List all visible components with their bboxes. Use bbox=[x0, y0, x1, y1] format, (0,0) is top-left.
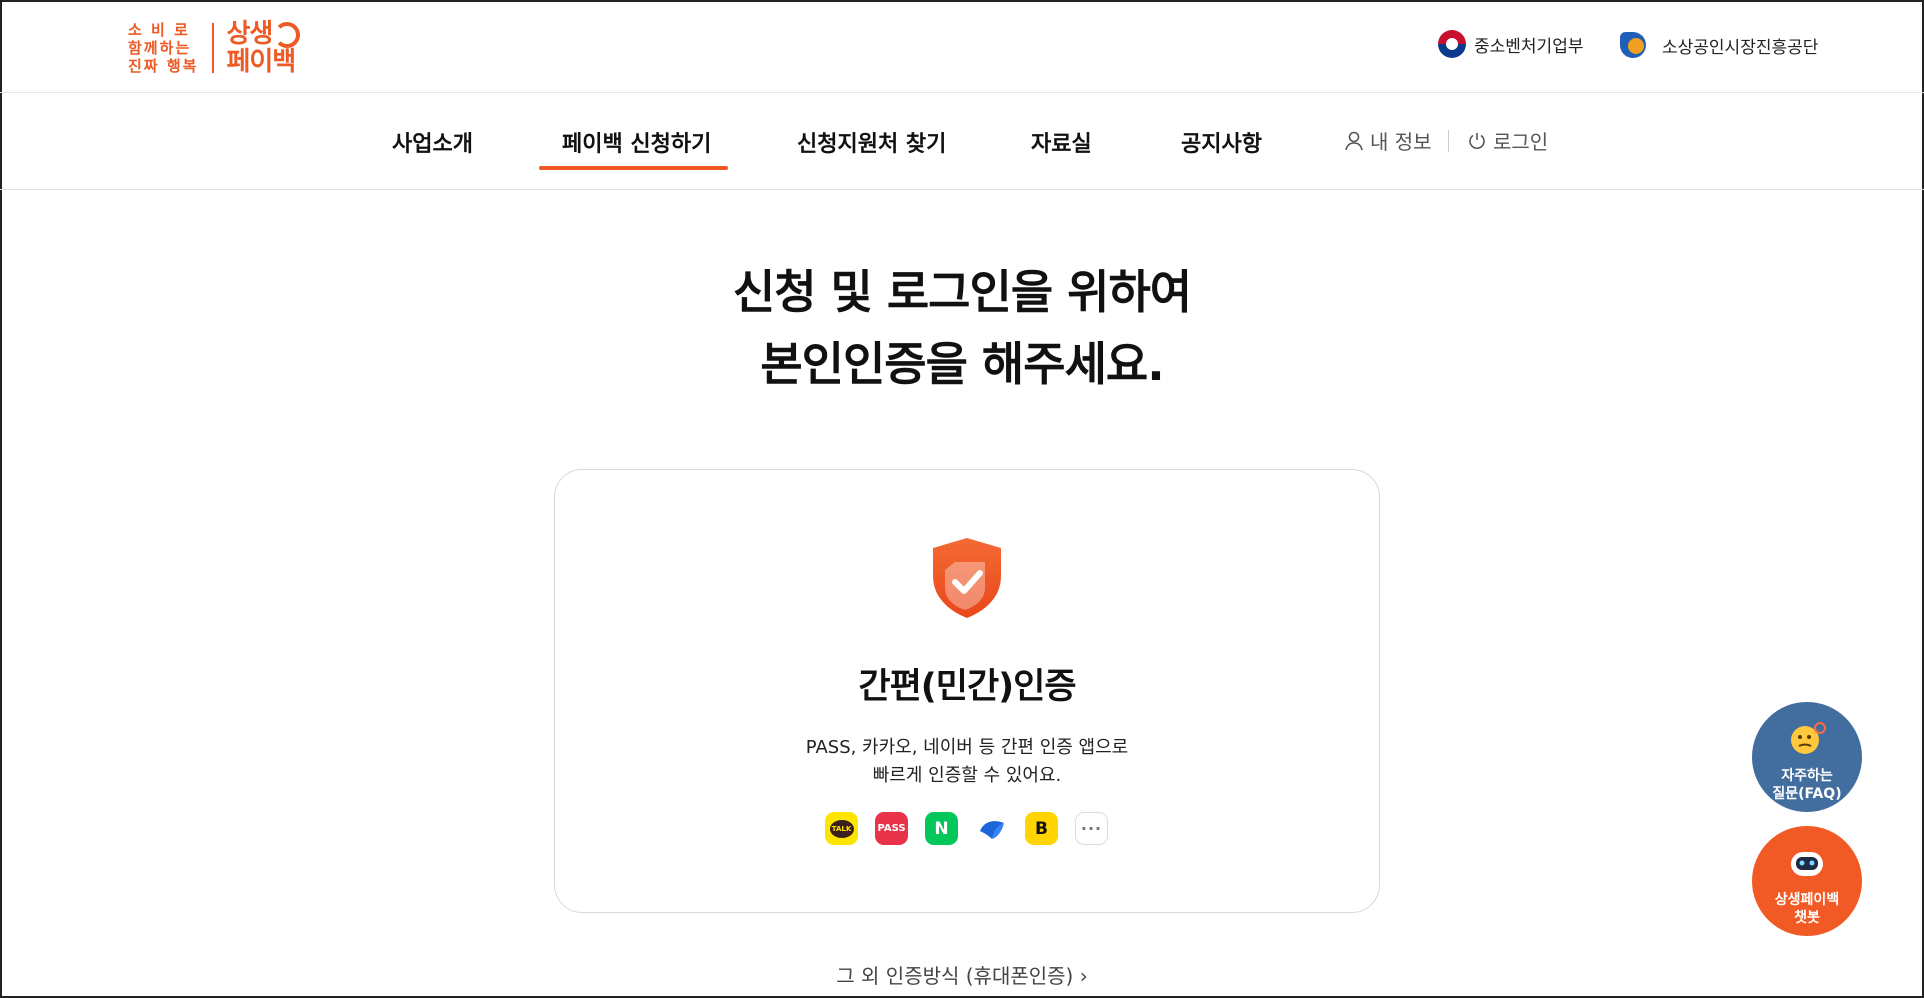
nav-active-indicator bbox=[539, 166, 728, 170]
faq-label-line: 질문(FAQ) bbox=[1772, 786, 1842, 802]
taegeuk-icon bbox=[1438, 30, 1466, 58]
nav-item-library[interactable]: 자료실 bbox=[1031, 126, 1092, 158]
util-divider bbox=[1448, 130, 1449, 152]
naver-icon: N bbox=[925, 812, 958, 845]
my-info-link[interactable]: 내 정보 bbox=[1344, 126, 1432, 155]
logo-wordmark-line: 상생 bbox=[226, 19, 273, 49]
org-name: 소상공인시장진흥공단 bbox=[1662, 37, 1819, 58]
faq-label-line: 자주하는 bbox=[1781, 768, 1833, 784]
logo-slogan-line: 함께하는 bbox=[128, 39, 192, 57]
chatbot-label-line: 챗봇 bbox=[1794, 910, 1820, 926]
card-title: 간편(민간)인증 bbox=[858, 667, 1076, 707]
logo-divider bbox=[212, 23, 215, 73]
login-link[interactable]: 로그인 bbox=[1467, 126, 1548, 155]
page-title-line: 본인인증을 해주세요. bbox=[760, 337, 1164, 391]
user-icon bbox=[1345, 131, 1363, 150]
org-link-mss[interactable]: 중소벤처기업부 bbox=[1438, 30, 1583, 58]
org-name: 중소벤처기업부 bbox=[1474, 36, 1584, 57]
logo-slogan: 소 비 로 함께하는 진짜 행복 bbox=[128, 21, 198, 75]
toss-logo-shape bbox=[979, 820, 1004, 839]
page-title-line: 신청 및 로그인을 위하여 bbox=[732, 265, 1192, 319]
simple-auth-card[interactable]: 간편(민간)인증 PASS, 카카오, 네이버 등 간편 인증 앱으로 빠르게 … bbox=[554, 469, 1380, 913]
card-description: PASS, 카카오, 네이버 등 간편 인증 앱으로 빠르게 인증할 수 있어요… bbox=[555, 734, 1379, 790]
logo-wordmark: 상생 페이백 bbox=[226, 19, 301, 77]
page-title: 신청 및 로그인을 위하여 본인인증을 해주세요. bbox=[0, 256, 1924, 400]
nav-item-find-support[interactable]: 신청지원처 찾기 bbox=[797, 126, 946, 158]
chatbot-button[interactable]: 상생페이백 챗봇 bbox=[1752, 826, 1862, 936]
semas-logo-icon bbox=[1620, 30, 1652, 60]
robot-icon bbox=[1791, 852, 1823, 876]
pass-icon: PASS bbox=[875, 812, 908, 845]
kakao-talk-label: TALK bbox=[829, 819, 854, 838]
nav-item-notice[interactable]: 공지사항 bbox=[1181, 126, 1262, 158]
more-icon: ··· bbox=[1075, 812, 1108, 845]
auth-app-list: TALK PASS N B ··· bbox=[825, 812, 1108, 845]
card-description-line: PASS, 카카오, 네이버 등 간편 인증 앱으로 bbox=[805, 737, 1129, 758]
card-description-line: 빠르게 인증할 수 있어요. bbox=[872, 765, 1062, 786]
my-info-label: 내 정보 bbox=[1370, 130, 1432, 154]
login-label: 로그인 bbox=[1493, 130, 1549, 154]
kakao-talk-icon: TALK bbox=[825, 812, 858, 845]
org-link-semas[interactable]: 소상공인시장진흥공단 bbox=[1620, 30, 1818, 60]
logo-swirl-icon bbox=[274, 21, 301, 48]
other-auth-methods-link[interactable]: 그 외 인증방식 (휴대폰인증) › bbox=[0, 960, 1924, 989]
logo-slogan-line: 소 비 로 bbox=[128, 21, 190, 39]
toss-icon bbox=[975, 812, 1008, 845]
banksalad-icon: B bbox=[1025, 812, 1058, 845]
top-bar: 소 비 로 함께하는 진짜 행복 상생 페이백 중소벤처기업부 소상공인시장진흥… bbox=[0, 0, 1924, 93]
logo-slogan-line: 진짜 행복 bbox=[128, 57, 199, 75]
power-icon bbox=[1469, 132, 1485, 149]
nav-item-apply[interactable]: 페이백 신청하기 bbox=[562, 126, 711, 158]
faq-button[interactable]: 자주하는 질문(FAQ) bbox=[1752, 702, 1862, 812]
thinking-face-icon bbox=[1791, 722, 1826, 754]
nav-item-about[interactable]: 사업소개 bbox=[392, 126, 473, 158]
site-logo[interactable]: 소 비 로 함께하는 진짜 행복 상생 페이백 bbox=[128, 19, 301, 77]
main-nav: 사업소개 페이백 신청하기 신청지원처 찾기 자료실 공지사항 내 정보 로그인 bbox=[0, 92, 1924, 190]
chatbot-label-line: 상생페이백 bbox=[1774, 892, 1840, 908]
logo-wordmark-line: 페이백 bbox=[226, 47, 296, 77]
shield-check-icon bbox=[933, 538, 1001, 618]
